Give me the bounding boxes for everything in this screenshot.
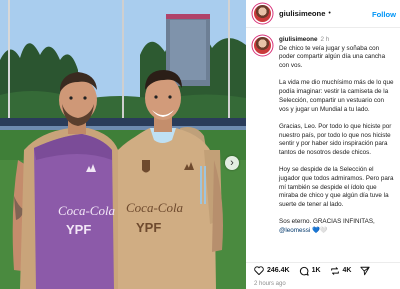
caption-paragraph: Hoy se despide de la Selección el jugado… bbox=[279, 166, 394, 209]
caption-emoji: 💙🤍 bbox=[310, 227, 328, 235]
follow-button[interactable]: Follow bbox=[372, 10, 396, 19]
comment-icon bbox=[299, 266, 309, 276]
post-photo: Coca-Cola YPF Coca-Cola YPF › bbox=[0, 0, 246, 289]
jersey-sponsor-text: Coca-Cola bbox=[126, 200, 184, 215]
like-button[interactable]: 246.4K bbox=[254, 266, 290, 275]
mention-link[interactable]: @leomessi bbox=[279, 227, 310, 234]
username-link[interactable]: giulisimeone bbox=[279, 9, 325, 18]
post-side-panel: giulisimeone • Follow giulisimeone 2 h De… bbox=[246, 0, 400, 289]
like-count: 246.4K bbox=[267, 267, 290, 274]
bib-sponsor-text: Coca-Cola bbox=[58, 203, 116, 218]
post-time[interactable]: 2 h bbox=[321, 36, 330, 43]
caption-paragraph: De chico te veía jugar y soñaba con pode… bbox=[279, 44, 386, 70]
caption-paragraph: La vida me dio muchísimo más de lo que p… bbox=[279, 79, 394, 113]
jersey-sponsor-text: YPF bbox=[136, 220, 161, 235]
repost-count: 4K bbox=[342, 267, 352, 274]
photo-illustration: Coca-Cola YPF Coca-Cola YPF bbox=[0, 0, 246, 289]
heart-icon bbox=[254, 266, 264, 275]
bib-sponsor-text: YPF bbox=[66, 222, 91, 237]
action-bar: 246.4K 1K 4K bbox=[246, 262, 400, 278]
caption-username[interactable]: giulisimeone bbox=[279, 36, 318, 43]
post-window: Coca-Cola YPF Coca-Cola YPF › giulisimeo… bbox=[0, 0, 400, 289]
caption-paragraph: Gracias, Leo. Por todo lo que hiciste po… bbox=[279, 122, 392, 156]
avatar[interactable] bbox=[254, 5, 271, 22]
avatar[interactable] bbox=[254, 37, 271, 54]
share-button[interactable] bbox=[360, 266, 373, 276]
caption-row: giulisimeone 2 h De chico te veía jugar y… bbox=[254, 36, 394, 244]
repost-button[interactable]: 4K bbox=[330, 266, 352, 276]
separator-dot: • bbox=[328, 10, 331, 17]
post-header: giulisimeone • Follow bbox=[246, 0, 400, 28]
post-age: 2 hours ago bbox=[254, 281, 286, 287]
share-icon bbox=[360, 266, 371, 275]
comment-count: 1K bbox=[311, 267, 321, 274]
caption-text: giulisimeone 2 h De chico te veía jugar y… bbox=[279, 36, 394, 244]
comment-button[interactable]: 1K bbox=[299, 266, 321, 276]
repost-icon bbox=[330, 266, 339, 275]
next-photo-button[interactable]: › bbox=[225, 156, 239, 170]
caption-paragraph: Sos eterno. GRACIAS INFINITAS, bbox=[279, 218, 375, 226]
